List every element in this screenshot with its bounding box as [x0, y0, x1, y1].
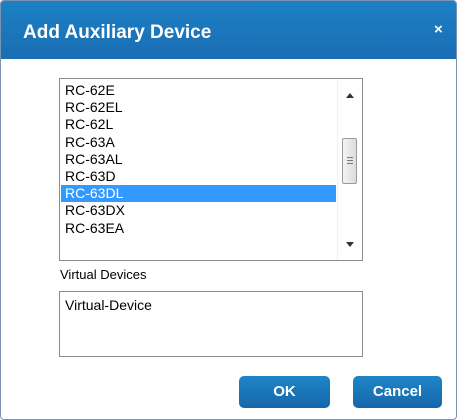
device-list[interactable]: RC-62E RC-62EL RC-62L RC-63A RC-63AL RC-… — [59, 78, 363, 261]
dialog-titlebar: Add Auxiliary Device × — [1, 1, 456, 59]
device-list-item-selected[interactable]: RC-63DL — [61, 185, 336, 203]
grip-line — [347, 163, 353, 164]
virtual-devices-label: Virtual Devices — [60, 267, 147, 282]
virtual-devices-list[interactable]: Virtual-Device — [59, 291, 363, 357]
ok-button[interactable]: OK — [239, 376, 330, 408]
device-list-item[interactable]: RC-63A — [61, 134, 336, 151]
device-list-item[interactable]: RC-63EA — [61, 220, 336, 237]
device-list-scrollbar[interactable] — [337, 79, 362, 260]
virtual-device-item[interactable]: Virtual-Device — [65, 297, 152, 313]
scroll-up-arrow-icon[interactable] — [346, 93, 354, 98]
close-icon[interactable]: × — [434, 22, 443, 37]
grip-line — [347, 160, 353, 161]
scrollbar-thumb[interactable] — [342, 138, 357, 184]
dialog-title: Add Auxiliary Device — [23, 22, 212, 43]
device-list-item[interactable]: RC-63DX — [61, 202, 336, 219]
device-list-item[interactable]: RC-62EL — [61, 99, 336, 116]
cancel-button[interactable]: Cancel — [353, 376, 442, 408]
grip-line — [347, 157, 353, 158]
add-auxiliary-device-dialog: Add Auxiliary Device × RC-62E RC-62EL RC… — [0, 0, 457, 420]
scroll-down-arrow-icon[interactable] — [346, 242, 354, 247]
device-list-item[interactable]: RC-63D — [61, 168, 336, 185]
device-list-item[interactable]: RC-62L — [61, 116, 336, 133]
device-list-item[interactable]: RC-63AL — [61, 151, 336, 168]
device-list-item[interactable]: RC-62E — [61, 82, 336, 99]
